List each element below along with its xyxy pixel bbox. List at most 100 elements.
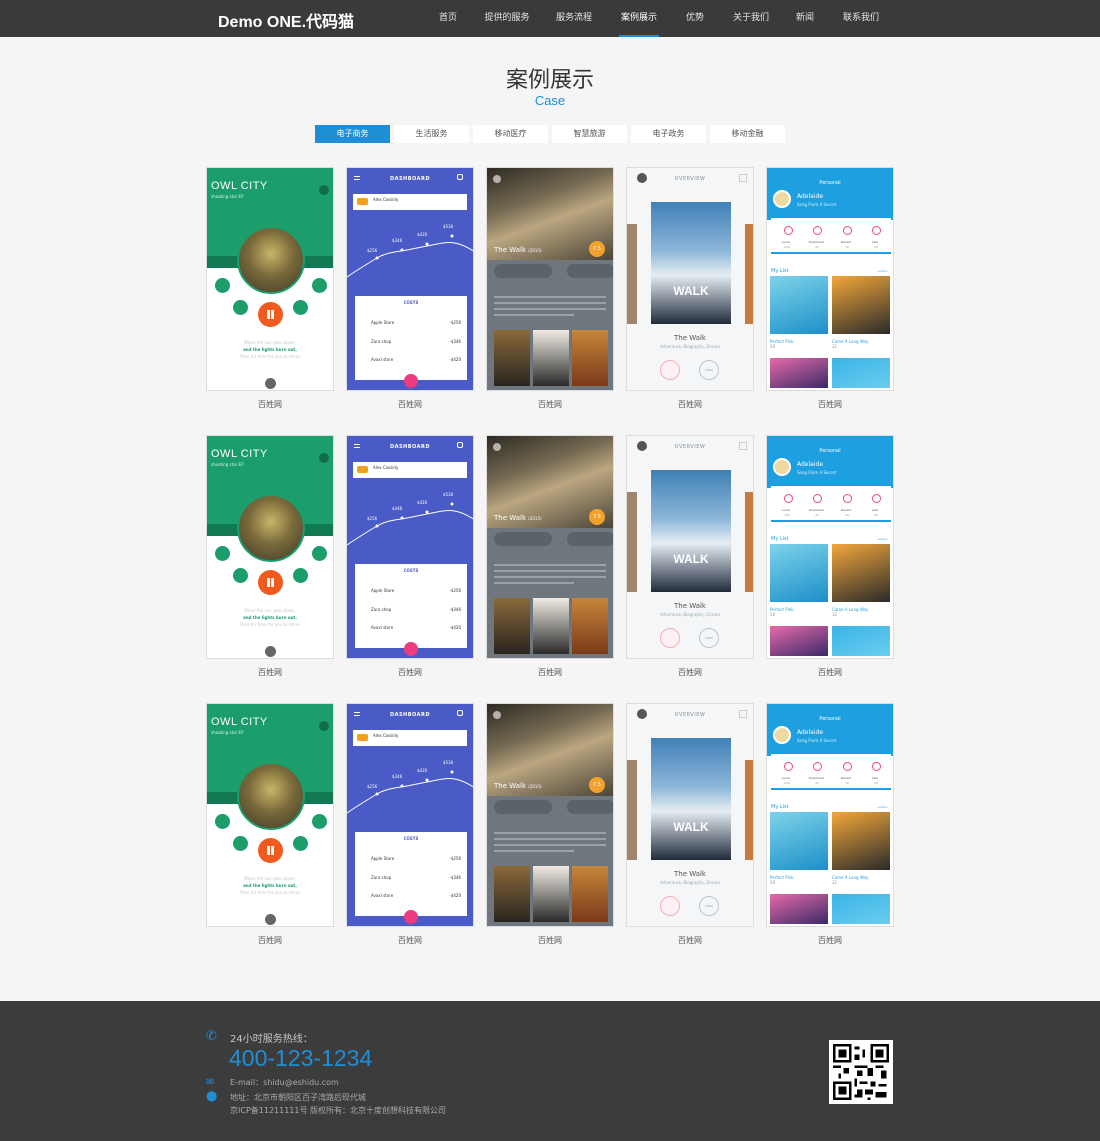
case-screenshot-dashboard-app[interactable]: DASHBOARD Alex Cassidy $256 $346 $420 $5… (346, 167, 474, 391)
menu-icon[interactable] (319, 721, 329, 731)
case-card[interactable]: DASHBOARD Alex Cassidy $256 $346 $420 $5… (346, 435, 474, 678)
case-card[interactable]: The Walk (2015) 7.5 百姓网 (486, 703, 614, 946)
case-caption[interactable]: 百姓网 (486, 667, 614, 678)
cost-row[interactable]: Apple Store -$256 (361, 856, 461, 861)
cast-chip[interactable] (494, 532, 552, 546)
pause-button[interactable] (258, 570, 283, 595)
avatar[interactable] (773, 190, 791, 208)
case-card[interactable]: Personal Adelaide Song From A Secret Loc… (766, 167, 894, 410)
playlist-icon[interactable] (312, 546, 327, 561)
playlist-cover[interactable] (770, 626, 828, 656)
avatar[interactable] (773, 458, 791, 476)
download-icon[interactable] (813, 226, 822, 235)
case-card[interactable]: The Walk (2015) 7.5 百姓网 (486, 435, 614, 678)
case-card[interactable]: VIRGIN 3G 4:20 OWL CITY shooting star EP… (206, 167, 334, 410)
repeat-icon[interactable] (233, 568, 248, 583)
tab-life-services[interactable]: 生活服务 (394, 125, 469, 143)
case-screenshot-personal-app[interactable]: Personal Adelaide Song From A Secret Loc… (766, 703, 894, 927)
like-icon[interactable] (872, 226, 881, 235)
cast-chip[interactable] (567, 532, 613, 546)
case-screenshot-dashboard-app[interactable]: DASHBOARD Alex Cassidy $256 $346 $420 $5… (346, 435, 474, 659)
case-card[interactable]: VIRGIN 3G 4:20 OWL CITY shooting star EP… (206, 435, 334, 678)
case-caption[interactable]: 百姓网 (766, 935, 894, 946)
heart-icon[interactable] (660, 628, 680, 648)
case-caption[interactable]: 百姓网 (486, 399, 614, 410)
nav-item-process[interactable]: 服务流程 (543, 0, 605, 37)
case-caption[interactable]: 百姓网 (766, 667, 894, 678)
cost-row[interactable]: Avaxl store -$420 (361, 893, 461, 898)
notification-icon[interactable] (457, 442, 463, 448)
cast-chip[interactable] (494, 800, 552, 814)
footer-email[interactable]: E-mail：shidu@eshidu.com (230, 1077, 339, 1088)
featured-poster[interactable]: WALK (651, 738, 731, 860)
pause-button[interactable] (258, 838, 283, 863)
account-card[interactable]: Alex Cassidy (353, 730, 467, 746)
notification-icon[interactable] (457, 710, 463, 716)
case-card[interactable]: VIRGIN 3G 4:20 OWL CITY shooting star EP… (206, 703, 334, 946)
playlist-icon[interactable] (312, 278, 327, 293)
playlist-cover[interactable] (770, 812, 828, 870)
tab-mobile-finance[interactable]: 移动金融 (710, 125, 785, 143)
add-button[interactable] (404, 374, 418, 388)
case-card[interactable]: Personal Adelaide Song From A Secret Loc… (766, 703, 894, 946)
case-caption[interactable]: 百姓网 (626, 399, 754, 410)
avatar[interactable] (773, 726, 791, 744)
heart-icon[interactable] (215, 278, 230, 293)
cost-row[interactable]: Zara shop -$346 (361, 607, 461, 612)
case-screenshot-music-app[interactable]: VIRGIN 3G 4:20 OWL CITY shooting star EP… (206, 167, 334, 391)
case-screenshot-overview-app[interactable]: OVERVIEW WALK The Walk Adventure, Biogra… (626, 435, 754, 659)
case-caption[interactable]: 百姓网 (346, 935, 474, 946)
nav-item-about[interactable]: 关于我们 (727, 0, 775, 37)
heart-icon[interactable] (660, 896, 680, 916)
menu-icon[interactable] (319, 185, 329, 195)
tab-ecommerce[interactable]: 电子商务 (315, 125, 390, 143)
case-screenshot-movie-app[interactable]: The Walk (2015) 7.5 (486, 703, 614, 927)
case-caption[interactable]: 百姓网 (766, 399, 894, 410)
grid-icon[interactable] (739, 442, 747, 450)
case-caption[interactable]: 百姓网 (626, 667, 754, 678)
cast-chip[interactable] (567, 264, 613, 278)
add-button[interactable] (404, 910, 418, 924)
playlist-cover[interactable] (832, 276, 890, 334)
tab-mobile-health[interactable]: 移动医疗 (473, 125, 548, 143)
movie-poster[interactable] (494, 866, 530, 922)
view-button[interactable]: VIEW (699, 896, 719, 916)
movie-poster[interactable] (572, 330, 608, 386)
more-link[interactable]: +more (877, 805, 887, 809)
movie-poster[interactable] (533, 598, 569, 654)
case-card[interactable]: OVERVIEW WALK The Walk Adventure, Biogra… (626, 435, 754, 678)
nav-item-home[interactable]: 首页 (425, 0, 471, 37)
heart-icon[interactable] (215, 814, 230, 829)
back-icon[interactable] (493, 443, 501, 451)
case-card[interactable]: OVERVIEW WALK The Walk Adventure, Biogra… (626, 703, 754, 946)
case-caption[interactable]: 百姓网 (486, 935, 614, 946)
heart-icon[interactable] (660, 360, 680, 380)
playlist-cover[interactable] (770, 894, 828, 924)
movie-poster[interactable] (572, 598, 608, 654)
case-screenshot-personal-app[interactable]: Personal Adelaide Song From A Secret Loc… (766, 167, 894, 391)
view-button[interactable]: VIEW (699, 360, 719, 380)
nav-item-advantages[interactable]: 优势 (675, 0, 715, 37)
add-button[interactable] (404, 642, 418, 656)
case-card[interactable]: DASHBOARD Alex Cassidy $256 $346 $420 $5… (346, 167, 474, 410)
download-icon[interactable] (813, 762, 822, 771)
playlist-icon[interactable] (312, 814, 327, 829)
hamburger-icon[interactable] (354, 712, 360, 716)
next-icon[interactable] (293, 836, 308, 851)
cast-chip[interactable] (494, 264, 552, 278)
notification-icon[interactable] (457, 174, 463, 180)
case-card[interactable]: Personal Adelaide Song From A Secret Loc… (766, 435, 894, 678)
nav-item-services[interactable]: 提供的服务 (471, 0, 543, 37)
case-caption[interactable]: 百姓网 (206, 399, 334, 410)
local-icon[interactable] (784, 226, 793, 235)
playlist-cover[interactable] (832, 358, 890, 388)
playlist-cover[interactable] (770, 544, 828, 602)
next-icon[interactable] (293, 300, 308, 315)
more-icon[interactable] (265, 378, 276, 389)
case-card[interactable]: The Walk (2015) 7.5 百姓网 (486, 167, 614, 410)
case-screenshot-music-app[interactable]: VIRGIN 3G 4:20 OWL CITY shooting star EP… (206, 435, 334, 659)
like-icon[interactable] (872, 494, 881, 503)
menu-icon[interactable] (319, 453, 329, 463)
heart-icon[interactable] (215, 546, 230, 561)
playlist-cover[interactable] (832, 626, 890, 656)
